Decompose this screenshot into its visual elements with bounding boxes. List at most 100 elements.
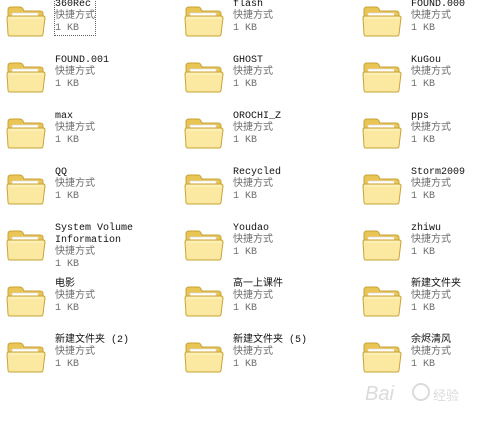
- folder-name: FOUND.001: [55, 55, 110, 66]
- folder-item[interactable]: 高一上课件 快捷方式 1 KB: [178, 272, 356, 328]
- folder-item[interactable]: Recycled 快捷方式 1 KB: [178, 160, 356, 216]
- folder-icon: [6, 62, 46, 93]
- folder-item[interactable]: System Volume Information 快捷方式 1 KB: [0, 216, 178, 272]
- folder-size: 1 KB: [411, 135, 436, 146]
- folder-item[interactable]: max 快捷方式 1 KB: [0, 104, 178, 160]
- folder-item[interactable]: pps 快捷方式 1 KB: [356, 104, 479, 160]
- folder-type: 快捷方式: [411, 291, 451, 302]
- folder-name: 电影: [55, 279, 75, 290]
- folder-size: 1 KB: [55, 135, 80, 146]
- svg-text:Bai: Bai: [365, 383, 394, 405]
- folder-item[interactable]: zhiwu 快捷方式 1 KB: [356, 216, 479, 272]
- folder-item-text: FOUND.000 快捷方式 1 KB: [411, 0, 465, 35]
- folder-type: 快捷方式: [55, 179, 95, 190]
- folder-item[interactable]: FOUND.000 快捷方式 1 KB: [356, 0, 479, 48]
- folder-name: pps: [411, 111, 430, 122]
- folder-size: 1 KB: [233, 135, 258, 146]
- folder-item[interactable]: 新建文件夹 (2) 快捷方式 1 KB: [0, 328, 178, 384]
- folder-name: QQ: [55, 167, 68, 178]
- folder-icon: [362, 230, 402, 261]
- folder-item[interactable]: QQ 快捷方式 1 KB: [0, 160, 178, 216]
- folder-size: 1 KB: [55, 359, 80, 370]
- folder-icon: [184, 342, 224, 373]
- folder-type: 快捷方式: [233, 291, 273, 302]
- folder-item-text: 新建文件夹 (5) 快捷方式 1 KB: [233, 335, 307, 371]
- folder-size: 1 KB: [233, 247, 258, 258]
- folder-item[interactable]: Youdao 快捷方式 1 KB: [178, 216, 356, 272]
- folder-size: 1 KB: [233, 359, 258, 370]
- folder-icon: [6, 286, 46, 317]
- folder-item[interactable]: GHOST 快捷方式 1 KB: [178, 48, 356, 104]
- folder-name: System Volume Information: [55, 223, 134, 246]
- folder-type: 快捷方式: [411, 11, 451, 22]
- folder-icon: [6, 174, 46, 205]
- folder-item-text: OROCHI_Z 快捷方式 1 KB: [233, 111, 281, 147]
- folder-item-text: Recycled 快捷方式 1 KB: [233, 167, 281, 203]
- folder-type: 快捷方式: [411, 235, 451, 246]
- file-list: 360Rec 快捷方式 1 KB flash 快捷方式 1 KB FOUND.0…: [0, 0, 479, 384]
- folder-icon: [362, 6, 402, 37]
- folder-name: Recycled: [233, 167, 282, 178]
- folder-name: 新建文件夹 (5): [233, 335, 308, 346]
- folder-type: 快捷方式: [55, 123, 95, 134]
- folder-item-text: 新建文件夹 (2) 快捷方式 1 KB: [55, 335, 129, 371]
- folder-item[interactable]: KuGou 快捷方式 1 KB: [356, 48, 479, 104]
- folder-item-text: 高一上课件 快捷方式 1 KB: [233, 279, 283, 315]
- folder-icon: [184, 118, 224, 149]
- folder-item-text: KuGou 快捷方式 1 KB: [411, 55, 451, 91]
- folder-item-text: System Volume Information 快捷方式 1 KB: [55, 223, 133, 271]
- folder-item[interactable]: flash 快捷方式 1 KB: [178, 0, 356, 48]
- folder-icon: [362, 342, 402, 373]
- folder-item-text: max 快捷方式 1 KB: [55, 111, 95, 147]
- svg-text:经验: 经验: [433, 388, 459, 404]
- folder-name: 新建文件夹: [411, 279, 461, 290]
- folder-name: GHOST: [233, 55, 264, 66]
- folder-type: 快捷方式: [55, 11, 95, 22]
- folder-item[interactable]: Storm2009 快捷方式 1 KB: [356, 160, 479, 216]
- folder-type: 快捷方式: [233, 179, 273, 190]
- folder-item-text: 电影 快捷方式 1 KB: [55, 279, 95, 315]
- folder-name: flash: [233, 0, 264, 10]
- folder-item-text: GHOST 快捷方式 1 KB: [233, 55, 273, 91]
- folder-type: 快捷方式: [55, 67, 95, 78]
- folder-icon: [6, 230, 46, 261]
- folder-icon: [362, 286, 402, 317]
- folder-icon: [184, 174, 224, 205]
- folder-item[interactable]: FOUND.001 快捷方式 1 KB: [0, 48, 178, 104]
- folder-icon: [6, 342, 46, 373]
- folder-item[interactable]: 360Rec 快捷方式 1 KB: [0, 0, 178, 48]
- folder-name: 高一上课件: [233, 279, 283, 290]
- folder-item[interactable]: 新建文件夹 快捷方式 1 KB: [356, 272, 479, 328]
- folder-item-text: 余烬清风 快捷方式 1 KB: [411, 335, 451, 371]
- folder-icon: [362, 62, 402, 93]
- folder-size: 1 KB: [411, 303, 436, 314]
- folder-type: 快捷方式: [233, 347, 273, 358]
- folder-item[interactable]: 新建文件夹 (5) 快捷方式 1 KB: [178, 328, 356, 384]
- folder-name: 360Rec: [55, 0, 92, 10]
- folder-size: 1 KB: [55, 79, 80, 90]
- folder-name: max: [55, 111, 74, 122]
- folder-size: 1 KB: [411, 79, 436, 90]
- baidu-watermark-logo: Bai 经验: [365, 383, 459, 405]
- folder-name: Youdao: [233, 223, 270, 234]
- folder-type: 快捷方式: [411, 179, 451, 190]
- folder-icon: [184, 62, 224, 93]
- folder-type: 快捷方式: [411, 67, 451, 78]
- folder-type: 快捷方式: [55, 347, 95, 358]
- folder-item[interactable]: 电影 快捷方式 1 KB: [0, 272, 178, 328]
- folder-icon: [184, 286, 224, 317]
- folder-size: 1 KB: [411, 191, 436, 202]
- folder-size: 1 KB: [55, 23, 80, 34]
- folder-name: 余烬清风: [411, 335, 451, 346]
- folder-size: 1 KB: [411, 359, 436, 370]
- folder-item-text: Storm2009 快捷方式 1 KB: [411, 167, 465, 203]
- folder-name: KuGou: [411, 55, 442, 66]
- folder-item-text: flash 快捷方式 1 KB: [233, 0, 273, 35]
- folder-type: 快捷方式: [411, 347, 451, 358]
- folder-type: 快捷方式: [233, 67, 273, 78]
- folder-name: zhiwu: [411, 223, 442, 234]
- folder-item-text: zhiwu 快捷方式 1 KB: [411, 223, 451, 259]
- folder-icon: [184, 230, 224, 261]
- folder-size: 1 KB: [233, 191, 258, 202]
- folder-item[interactable]: OROCHI_Z 快捷方式 1 KB: [178, 104, 356, 160]
